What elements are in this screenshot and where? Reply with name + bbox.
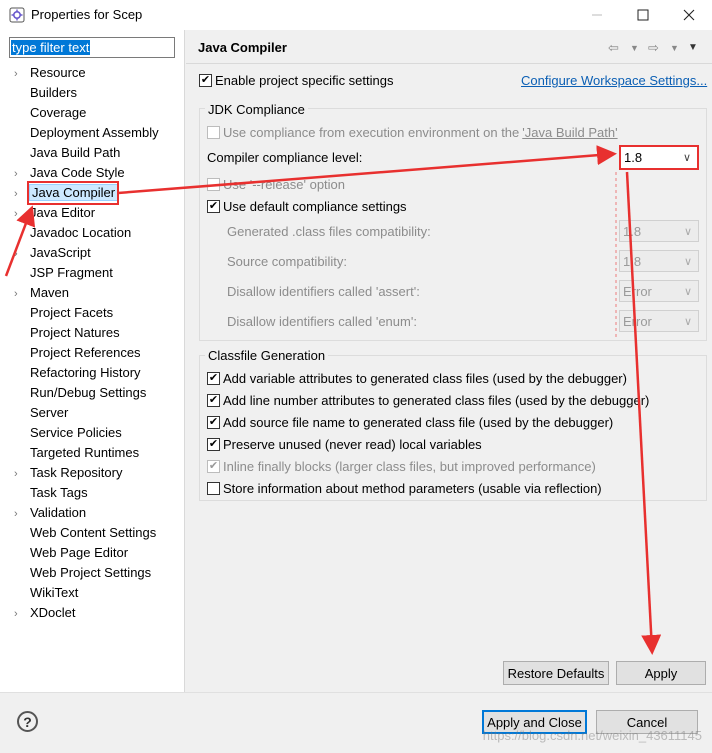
arrow-to-java-compiler bbox=[4, 205, 36, 277]
arrow-to-apply-button bbox=[625, 171, 662, 655]
arrow-to-compliance-level bbox=[117, 145, 617, 195]
annotation-overlay bbox=[4, 145, 662, 655]
